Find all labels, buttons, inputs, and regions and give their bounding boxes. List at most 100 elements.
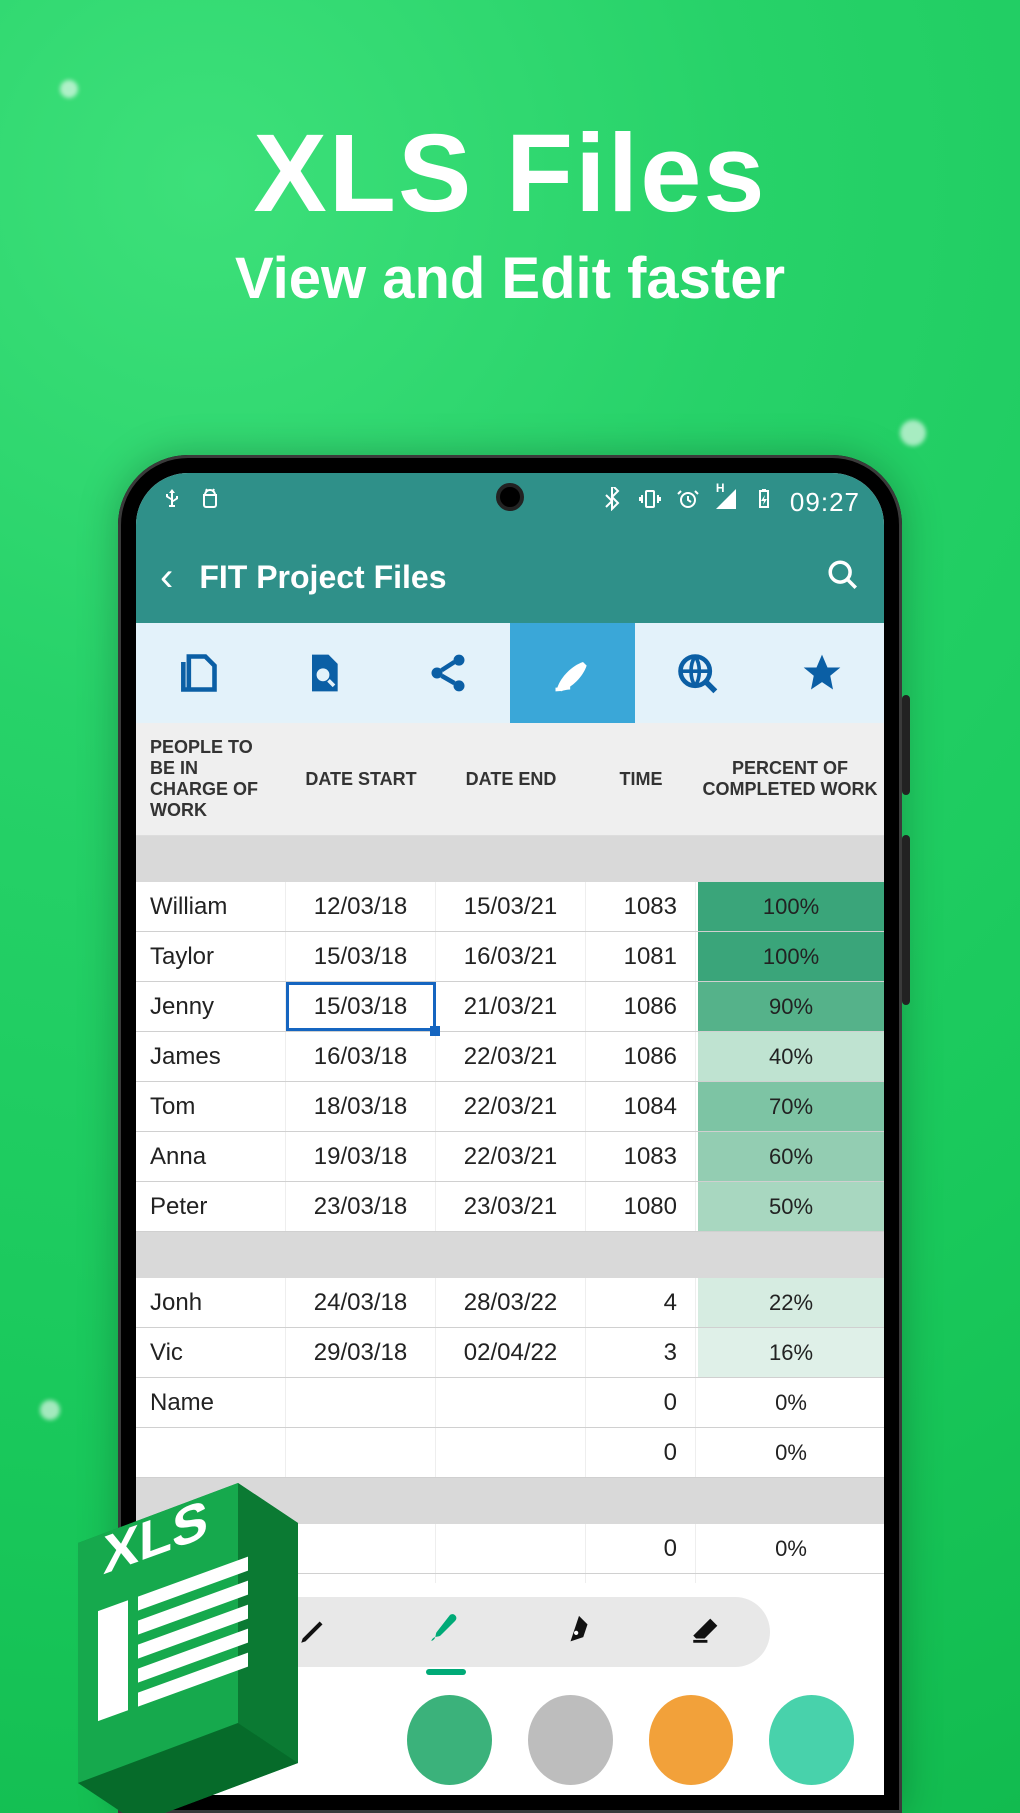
table-row[interactable]: James16/03/1822/03/21108640% xyxy=(136,1032,884,1082)
cell-date-end[interactable]: 22/03/21 xyxy=(436,1132,586,1181)
cell-name[interactable]: Tom xyxy=(136,1082,286,1131)
table-row[interactable]: Name 00% xyxy=(136,1378,884,1428)
cell-percent[interactable]: 0% xyxy=(696,1524,884,1573)
cell-time[interactable]: 0 xyxy=(586,1524,696,1573)
cell-date-end[interactable]: 15/03/21 xyxy=(436,882,586,931)
star-icon xyxy=(800,651,844,695)
app-bar: ‹ FIT Project Files xyxy=(136,531,884,623)
cell-date-end[interactable]: 23/03/21 xyxy=(436,1182,586,1231)
cell-percent[interactable]: 22% xyxy=(696,1278,884,1327)
table-row[interactable]: Anna19/03/1822/03/21108360% xyxy=(136,1132,884,1182)
cell-time[interactable]: 1081 xyxy=(586,932,696,981)
table-row[interactable]: Jenny15/03/1821/03/21108690% xyxy=(136,982,884,1032)
eraser-icon xyxy=(689,1613,723,1647)
table-row[interactable]: Taylor15/03/1816/03/211081100% xyxy=(136,932,884,982)
green-swatch[interactable] xyxy=(407,1695,492,1785)
cell-time[interactable]: 1086 xyxy=(586,1032,696,1081)
pen-nib-tool[interactable] xyxy=(562,1613,596,1652)
cell-date-start[interactable]: 23/03/18 xyxy=(286,1182,436,1231)
cell-date-start[interactable]: 24/03/18 xyxy=(286,1278,436,1327)
cell-date-end[interactable]: 21/03/21 xyxy=(436,982,586,1031)
cell-date-start[interactable] xyxy=(286,1378,436,1427)
th-end: DATE END xyxy=(436,723,586,835)
bluetooth-icon xyxy=(600,487,624,518)
cell-date-start[interactable]: 19/03/18 xyxy=(286,1132,436,1181)
cell-name[interactable]: Peter xyxy=(136,1182,286,1231)
cell-time[interactable]: 1083 xyxy=(586,1132,696,1181)
cell-percent[interactable]: 16% xyxy=(696,1328,884,1377)
th-start: DATE START xyxy=(286,723,436,835)
cell-name[interactable]: Taylor xyxy=(136,932,286,981)
promo-title: XLS Files xyxy=(0,110,1020,237)
table-row[interactable]: William12/03/1815/03/211083100% xyxy=(136,882,884,932)
share-icon xyxy=(426,651,470,695)
th-time: TIME xyxy=(586,723,696,835)
cell-name[interactable]: Jenny xyxy=(136,982,286,1031)
cell-percent[interactable]: 0% xyxy=(696,1378,884,1427)
table-row[interactable]: Peter23/03/1823/03/21108050% xyxy=(136,1182,884,1232)
star-button[interactable] xyxy=(759,623,884,723)
cell-percent[interactable]: 50% xyxy=(696,1182,884,1231)
cell-date-start[interactable]: 16/03/18 xyxy=(286,1032,436,1081)
cell-percent[interactable]: 0% xyxy=(696,1428,884,1477)
table-row[interactable]: Jonh24/03/1828/03/22422% xyxy=(136,1278,884,1328)
cell-date-end[interactable]: 22/03/21 xyxy=(436,1082,586,1131)
cell-date-end[interactable] xyxy=(436,1378,586,1427)
eraser-tool[interactable] xyxy=(689,1613,723,1652)
cell-percent[interactable]: 100% xyxy=(696,932,884,981)
gray-swatch[interactable] xyxy=(528,1695,613,1785)
cell-time[interactable]: 1080 xyxy=(586,1182,696,1231)
android-icon xyxy=(198,487,222,518)
cell-date-end[interactable]: 28/03/22 xyxy=(436,1278,586,1327)
vibrate-icon xyxy=(638,487,662,518)
file-search-icon xyxy=(301,651,345,695)
cell-date-start[interactable]: 12/03/18 xyxy=(286,882,436,931)
th-pct: PERCENT OF COMPLETED WORK xyxy=(696,723,884,835)
cell-date-start[interactable]: 15/03/18 xyxy=(286,982,436,1031)
cell-percent[interactable]: 70% xyxy=(696,1082,884,1131)
search-button[interactable] xyxy=(826,558,860,597)
cell-name[interactable]: Jonh xyxy=(136,1278,286,1327)
cell-time[interactable]: 4 xyxy=(586,1278,696,1327)
cell-time[interactable]: 1083 xyxy=(586,882,696,931)
share-button[interactable] xyxy=(385,623,510,723)
cell-date-end[interactable]: 16/03/21 xyxy=(436,932,586,981)
table-row[interactable]: Vic29/03/1802/04/22316% xyxy=(136,1328,884,1378)
phone-camera xyxy=(496,483,524,511)
files-button[interactable] xyxy=(136,623,261,723)
cell-name[interactable]: James xyxy=(136,1032,286,1081)
table-row[interactable]: Tom18/03/1822/03/21108470% xyxy=(136,1082,884,1132)
cell-time[interactable]: 0 xyxy=(586,1378,696,1427)
cell-date-end[interactable] xyxy=(436,1524,586,1573)
cell-date-end[interactable] xyxy=(436,1428,586,1477)
cell-date-start[interactable]: 29/03/18 xyxy=(286,1328,436,1377)
file-search-button[interactable] xyxy=(261,623,386,723)
web-search-button[interactable] xyxy=(635,623,760,723)
cell-name[interactable]: William xyxy=(136,882,286,931)
cell-date-start[interactable]: 15/03/18 xyxy=(286,932,436,981)
back-button[interactable]: ‹ xyxy=(160,555,173,600)
teal-swatch[interactable] xyxy=(769,1695,854,1785)
cell-name[interactable]: Anna xyxy=(136,1132,286,1181)
cell-date-end[interactable]: 22/03/21 xyxy=(436,1032,586,1081)
cell-name[interactable]: Vic xyxy=(136,1328,286,1377)
cell-percent[interactable]: 40% xyxy=(696,1032,884,1081)
cell-time[interactable]: 1084 xyxy=(586,1082,696,1131)
cell-name[interactable]: Name xyxy=(136,1378,286,1427)
status-time: 09:27 xyxy=(790,487,860,518)
edit-pen-icon xyxy=(550,651,594,695)
edit-pen-button[interactable] xyxy=(510,623,635,723)
cell-date-start[interactable]: 18/03/18 xyxy=(286,1082,436,1131)
cell-time[interactable]: 0 xyxy=(586,1428,696,1477)
signal-icon: H xyxy=(714,487,738,518)
orange-swatch[interactable] xyxy=(649,1695,734,1785)
pen-nib-icon xyxy=(562,1613,596,1647)
cell-date-end[interactable]: 02/04/22 xyxy=(436,1328,586,1377)
cell-percent[interactable]: 90% xyxy=(696,982,884,1031)
cell-percent[interactable]: 100% xyxy=(696,882,884,931)
cell-time[interactable]: 1086 xyxy=(586,982,696,1031)
brush-tool[interactable] xyxy=(424,1608,468,1657)
cell-time[interactable]: 3 xyxy=(586,1328,696,1377)
cell-percent[interactable]: 60% xyxy=(696,1132,884,1181)
web-search-icon xyxy=(675,651,719,695)
